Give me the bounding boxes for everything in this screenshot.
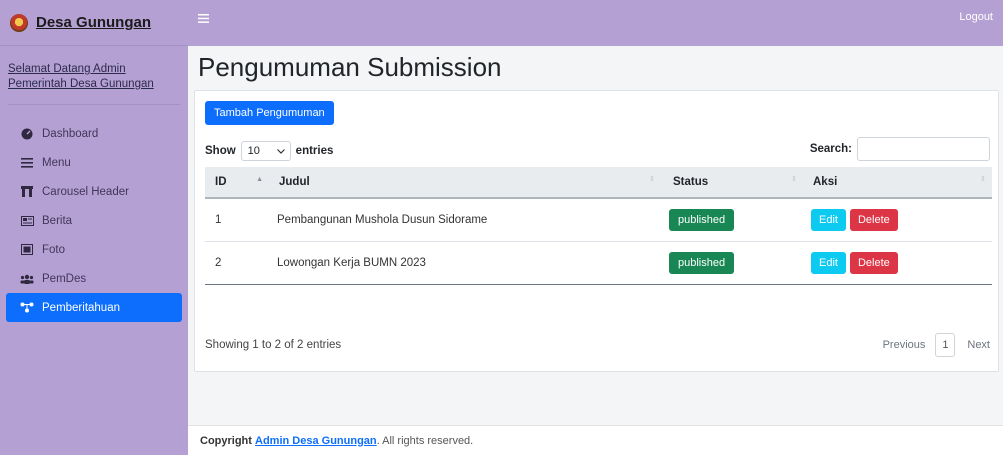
- search-input[interactable]: [857, 137, 990, 161]
- main-content: Pengumuman Submission Tambah Pengumuman …: [188, 46, 1003, 455]
- sidebar-item-berita[interactable]: Berita: [6, 206, 182, 235]
- sidebar-item-menu[interactable]: Menu: [6, 148, 182, 177]
- column-header-aksi[interactable]: Aksi ⇕: [803, 167, 992, 199]
- delete-button[interactable]: Delete: [849, 208, 898, 231]
- tachometer-icon: [20, 128, 34, 140]
- next-page-button[interactable]: Next: [967, 339, 990, 351]
- table-header-row: ID ▲ Judul ⇕ Status ⇕ Aksi ⇕: [205, 167, 992, 199]
- village-logo-icon: [10, 13, 28, 32]
- footer-suffix: . All rights reserved.: [376, 434, 474, 447]
- table-row: 1 Pembangunan Mushola Dusun Sidorame pub…: [205, 198, 992, 242]
- network-icon: [20, 302, 34, 314]
- announcement-table: ID ▲ Judul ⇕ Status ⇕ Aksi ⇕ 1 Pembangun…: [205, 167, 992, 285]
- sidebar-item-foto[interactable]: Foto: [6, 235, 182, 264]
- column-header-id[interactable]: ID ▲: [205, 167, 269, 199]
- logout-link[interactable]: Logout: [959, 11, 993, 23]
- sidebar-item-carousel-header[interactable]: Carousel Header: [6, 177, 182, 206]
- sort-icon: ⇕: [791, 176, 797, 183]
- sidebar-item-pemberitahuan[interactable]: Pemberitahuan: [6, 293, 182, 322]
- delete-button[interactable]: Delete: [849, 251, 898, 274]
- users-icon: [20, 273, 34, 285]
- table-row: 2 Lowongan Kerja BUMN 2023 published Edi…: [205, 241, 992, 285]
- newspaper-icon: [20, 215, 34, 227]
- sort-asc-icon: ▲: [256, 176, 263, 183]
- sidebar-nav: Dashboard Menu Carousel Header Berita Fo…: [0, 105, 188, 322]
- hamburger-icon[interactable]: [198, 10, 209, 26]
- sort-icon: ⇕: [649, 176, 655, 183]
- sort-icon: ⇕: [980, 176, 986, 183]
- footer-owner-link[interactable]: Admin Desa Gunungan: [255, 435, 377, 447]
- sidebar-item-label: Carousel Header: [42, 185, 129, 198]
- entries-length-control: Show 10 entries: [205, 141, 333, 161]
- entries-label: entries: [295, 145, 334, 157]
- sidebar-item-label: PemDes: [42, 272, 87, 285]
- entries-value: 10: [247, 145, 260, 157]
- chevron-down-icon: [276, 145, 285, 157]
- archway-icon: [20, 186, 34, 198]
- sidebar-item-label: Berita: [42, 214, 73, 227]
- cell-judul: Pembangunan Mushola Dusun Sidorame: [269, 198, 661, 242]
- sidebar-item-label: Menu: [42, 156, 71, 169]
- page-title: Pengumuman Submission: [198, 52, 502, 82]
- edit-button[interactable]: Edit: [811, 251, 846, 274]
- entries-select[interactable]: 10: [240, 141, 291, 161]
- pagination: Previous 1 Next: [883, 333, 990, 357]
- cell-id: 1: [205, 198, 269, 242]
- edit-button[interactable]: Edit: [811, 208, 846, 231]
- brand-name[interactable]: Desa Gunungan: [36, 14, 151, 31]
- previous-page-button[interactable]: Previous: [883, 339, 926, 351]
- column-header-judul[interactable]: Judul ⇕: [269, 167, 661, 199]
- cell-judul: Lowongan Kerja BUMN 2023: [269, 241, 661, 285]
- status-badge: published: [669, 251, 735, 274]
- brand[interactable]: Desa Gunungan: [0, 0, 188, 46]
- sidebar-item-label: Pemberitahuan: [42, 301, 120, 314]
- footer: Copyright Admin Desa Gunungan. All right…: [188, 425, 1003, 455]
- table-info: Showing 1 to 2 of 2 entries: [205, 339, 342, 351]
- search-control: Search:: [810, 137, 990, 161]
- sidebar: Desa Gunungan Selamat Datang Admin Pemer…: [0, 0, 188, 455]
- sidebar-item-label: Dashboard: [42, 127, 99, 140]
- welcome-text[interactable]: Selamat Datang Admin Pemerintah Desa Gun…: [8, 46, 180, 105]
- footer-copyright-label: Copyright: [200, 434, 252, 447]
- status-badge: published: [669, 208, 735, 231]
- cell-id: 2: [205, 241, 269, 285]
- sidebar-item-dashboard[interactable]: Dashboard: [6, 119, 182, 148]
- add-announcement-button[interactable]: Tambah Pengumuman: [205, 101, 334, 125]
- show-label: Show: [205, 145, 236, 157]
- image-icon: [20, 244, 34, 256]
- sidebar-item-label: Foto: [42, 243, 66, 256]
- page-1-button[interactable]: 1: [935, 333, 956, 357]
- column-header-status[interactable]: Status ⇕: [661, 167, 803, 199]
- topbar: Logout: [188, 0, 1003, 46]
- announcement-card: Tambah Pengumuman Show 10 entries Search…: [194, 90, 999, 372]
- search-label: Search:: [809, 143, 852, 155]
- sidebar-item-pemdes[interactable]: PemDes: [6, 264, 182, 293]
- bars-icon: [20, 157, 34, 169]
